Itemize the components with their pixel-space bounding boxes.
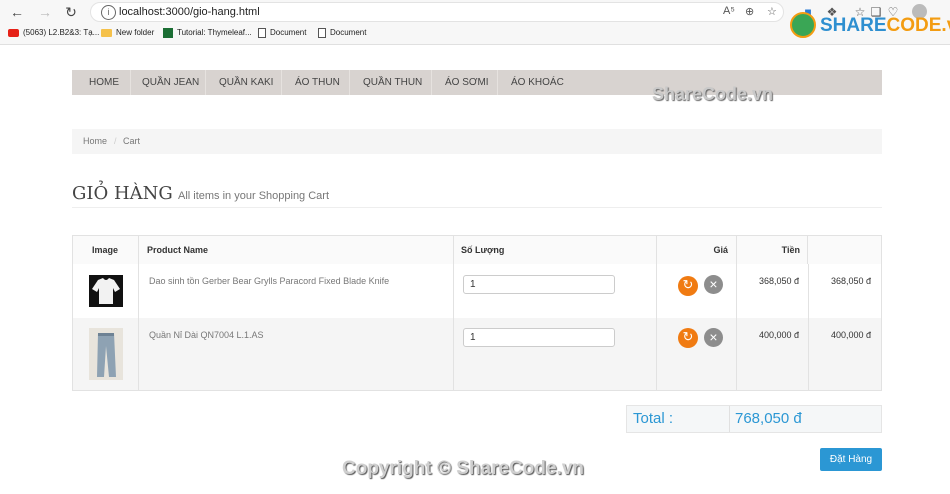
read-aloud-icon[interactable]: A⁵ bbox=[723, 5, 735, 17]
address-bar[interactable]: i localhost:3000/gio-hang.html A⁵ ⊕ ☆ bbox=[90, 2, 784, 22]
header-price: Giá bbox=[656, 236, 736, 264]
forward-arrow-icon[interactable]: → bbox=[36, 3, 54, 21]
table-row: Quần Nỉ Dài QN7004 L.1.AS 1 × 400,000 đ … bbox=[73, 318, 881, 390]
bookmark-document-1[interactable]: Document bbox=[258, 28, 306, 38]
menu-item-ao-thun[interactable]: ÁO THUN bbox=[295, 77, 340, 88]
bookmark-document-2[interactable]: Document bbox=[318, 28, 366, 38]
table-row: Dao sinh tồn Gerber Bear Grylls Paracord… bbox=[73, 264, 881, 319]
cart-total: Total : 768,050 đ bbox=[626, 405, 882, 433]
product-image-pants[interactable] bbox=[89, 328, 123, 380]
menu-item-quan-jean[interactable]: QUẦN JEAN bbox=[142, 77, 199, 88]
header-product: Product Name bbox=[138, 236, 453, 264]
bookmark-thymeleaf[interactable]: Tutorial: Thymeleaf... bbox=[163, 28, 252, 38]
back-arrow-icon[interactable]: ← bbox=[8, 3, 26, 21]
menu-divider bbox=[349, 70, 350, 95]
title-divider bbox=[72, 207, 882, 208]
thymeleaf-icon bbox=[163, 28, 173, 38]
menu-item-quan-kaki[interactable]: QUẦN KAKI bbox=[219, 77, 273, 88]
copyright-watermark: Copyright © ShareCode.vn bbox=[342, 458, 585, 479]
menu-item-home[interactable]: HOME bbox=[89, 77, 119, 88]
menu-divider bbox=[205, 70, 206, 95]
page-subtitle: All items in your Shopping Cart bbox=[178, 190, 330, 202]
item-total: 400,000 đ bbox=[808, 318, 881, 390]
document-icon bbox=[258, 28, 266, 38]
breadcrumb-separator: / bbox=[114, 136, 117, 146]
breadcrumb-current: Cart bbox=[123, 136, 141, 146]
menu-divider bbox=[431, 70, 432, 95]
menu-divider bbox=[497, 70, 498, 95]
total-divider bbox=[729, 406, 730, 432]
favorite-star-icon[interactable]: ☆ bbox=[767, 5, 777, 18]
logo-code-text: CODE.vn bbox=[886, 15, 950, 36]
logo-share-text: SHARE bbox=[820, 15, 887, 36]
item-total: 368,050 đ bbox=[808, 264, 881, 318]
total-value: 768,050 đ bbox=[735, 410, 802, 427]
folder-icon bbox=[101, 28, 112, 37]
total-label: Total : bbox=[633, 410, 674, 427]
header-image: Image bbox=[92, 245, 119, 255]
remove-item-button[interactable]: × bbox=[704, 275, 723, 294]
header-total: Tiền bbox=[736, 236, 808, 264]
item-price: 400,000 đ bbox=[736, 318, 808, 390]
page-title: GIỎ HÀNG bbox=[72, 183, 173, 204]
quantity-input[interactable]: 1 bbox=[463, 275, 615, 294]
remove-item-button[interactable]: × bbox=[704, 328, 723, 347]
product-name[interactable]: Dao sinh tồn Gerber Bear Grylls Paracord… bbox=[138, 264, 453, 318]
bookmark-folder[interactable]: New folder bbox=[101, 28, 154, 37]
update-quantity-button[interactable] bbox=[678, 276, 698, 296]
site-info-icon[interactable]: i bbox=[101, 5, 116, 20]
cart-table: Image Product Name Số Lượng Giá Tiền Dao… bbox=[72, 235, 882, 391]
menu-item-ao-khoac[interactable]: ÁO KHOÁC bbox=[511, 77, 564, 88]
update-quantity-button[interactable] bbox=[678, 328, 698, 348]
breadcrumb: Home / Cart bbox=[72, 129, 882, 154]
breadcrumb-home[interactable]: Home bbox=[83, 136, 107, 146]
bookmark-youtube[interactable]: (5063) L2.B2&3: Tạ... bbox=[8, 28, 99, 37]
header-quantity: Số Lượng bbox=[453, 236, 656, 264]
table-header: Image Product Name Số Lượng Giá Tiền bbox=[73, 236, 881, 265]
product-image-shirt[interactable] bbox=[89, 275, 123, 307]
item-price: 368,050 đ bbox=[736, 264, 808, 318]
sharecode-logo-icon bbox=[790, 12, 816, 38]
menu-divider bbox=[130, 70, 131, 95]
youtube-icon bbox=[8, 28, 19, 37]
menu-item-ao-somi[interactable]: ÁO SƠMI bbox=[445, 77, 489, 88]
product-name[interactable]: Quần Nỉ Dài QN7004 L.1.AS bbox=[138, 318, 453, 390]
quantity-input[interactable]: 1 bbox=[463, 328, 615, 347]
reload-icon[interactable]: ↻ bbox=[62, 3, 80, 21]
menu-item-quan-thun[interactable]: QUẦN THUN bbox=[363, 77, 422, 88]
menu-divider bbox=[281, 70, 282, 95]
watermark-text: ShareCode.vn bbox=[652, 84, 774, 104]
address-url: localhost:3000/gio-hang.html bbox=[119, 6, 260, 18]
document-icon bbox=[318, 28, 326, 38]
checkout-button[interactable]: Đặt Hàng bbox=[820, 448, 882, 471]
zoom-icon[interactable]: ⊕ bbox=[745, 5, 754, 18]
